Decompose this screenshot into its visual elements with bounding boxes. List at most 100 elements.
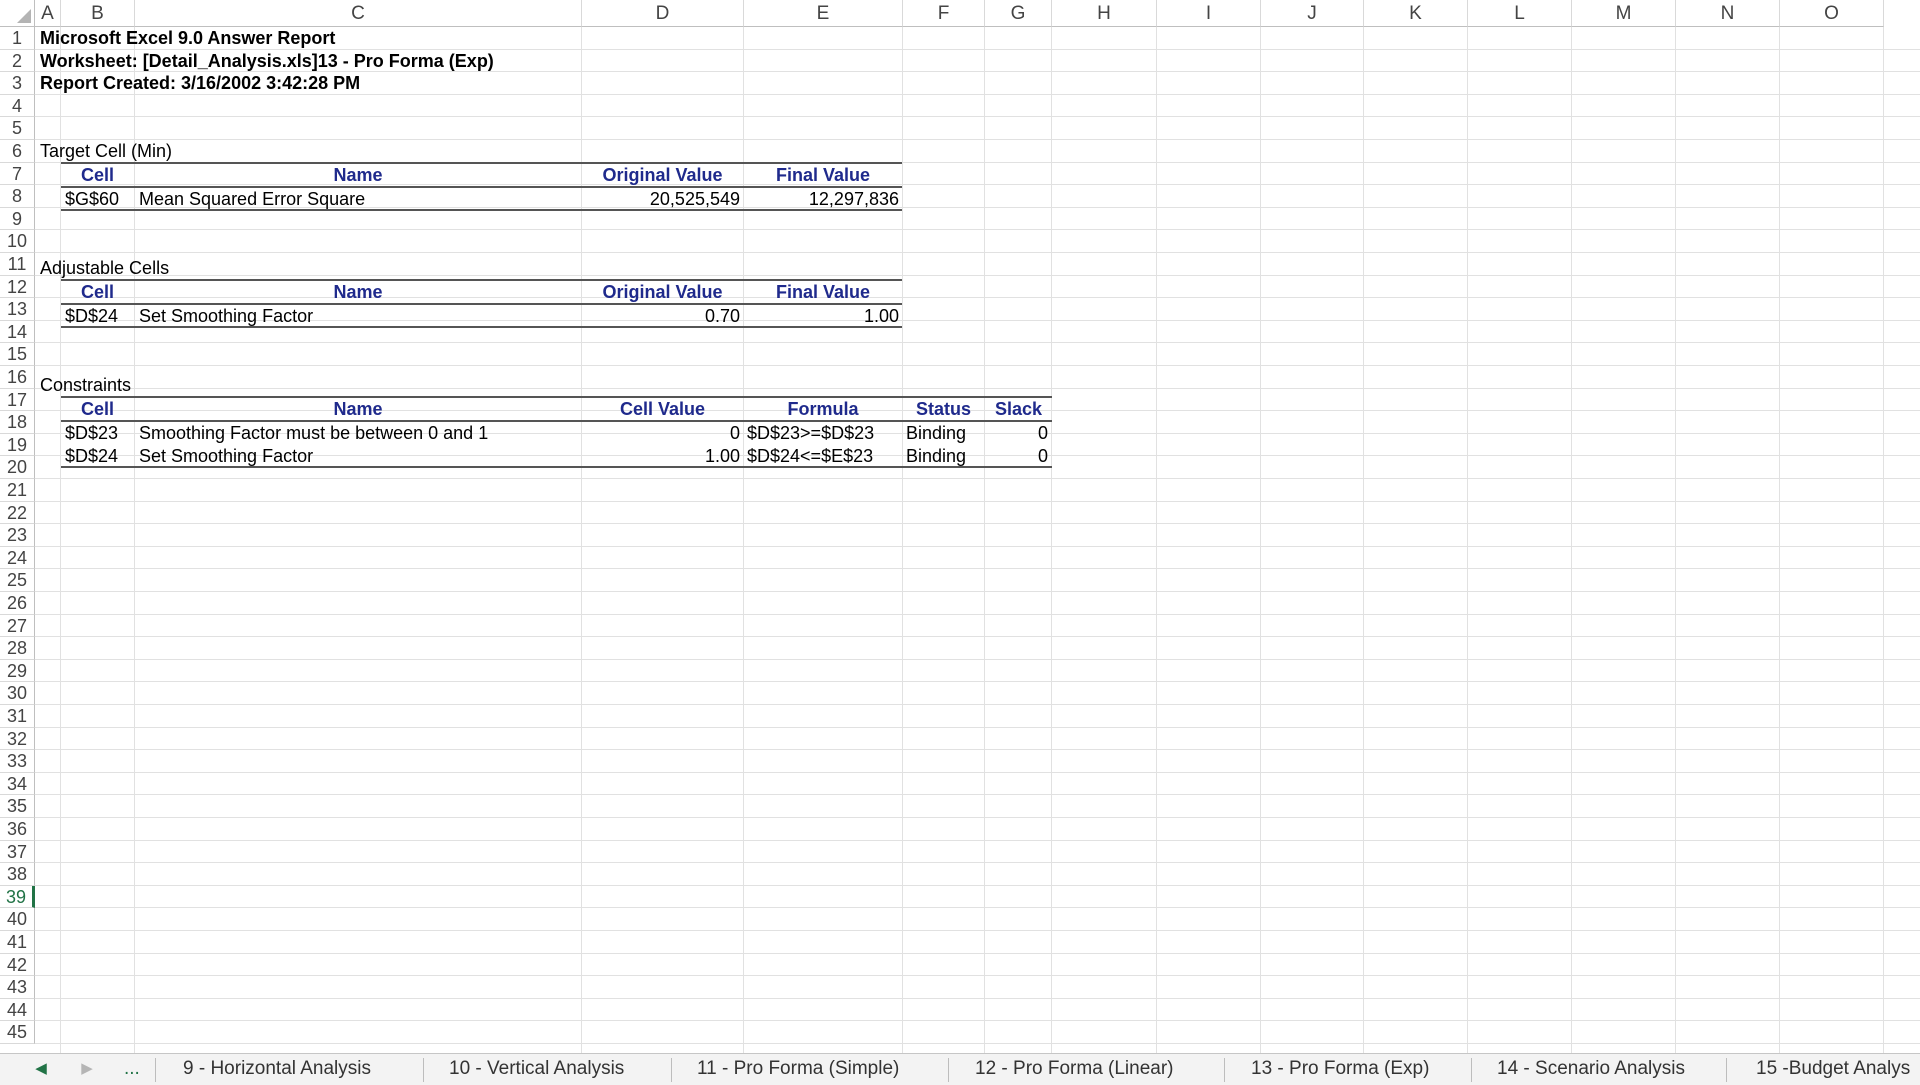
row-header[interactable]: 2 [0,49,35,73]
target-row-original[interactable]: 20,525,549 [582,188,740,210]
adjustable-row-cell[interactable]: $D$24 [65,305,118,327]
row-header[interactable]: 18 [0,411,35,434]
column-header[interactable]: G [985,0,1052,27]
target-row-final[interactable]: 12,297,836 [744,188,899,210]
row-header[interactable]: 9 [0,207,35,231]
row-header[interactable]: 13 [0,298,35,321]
row-header[interactable]: 45 [0,1021,35,1044]
row-header[interactable]: 12 [0,275,35,299]
report-worksheet[interactable]: Worksheet: [Detail_Analysis.xls]13 - Pro… [40,50,494,72]
constraint-1-cell[interactable]: $D$23 [65,422,118,444]
adjustable-row-final[interactable]: 1.00 [744,305,899,327]
tab-pro-forma-linear[interactable]: 12 - Pro Forma (Linear) [975,1056,1174,1082]
select-all-button[interactable] [0,0,35,27]
constraint-2-formula[interactable]: $D$24<=$E$23 [747,445,873,467]
row-header[interactable]: 6 [0,140,35,163]
column-header[interactable]: M [1572,0,1676,27]
constraint-1-slack[interactable]: 0 [985,422,1048,444]
target-header-original[interactable]: Original Value [582,164,743,186]
constraint-1-status[interactable]: Binding [906,422,966,444]
row-header[interactable]: 34 [0,772,35,796]
row-header[interactable]: 44 [0,998,35,1022]
row-header[interactable]: 26 [0,592,35,615]
constraints-header-status[interactable]: Status [903,398,984,420]
row-header[interactable]: 38 [0,863,35,886]
adjustable-row-name[interactable]: Set Smoothing Factor [139,305,313,327]
constraints-header-name[interactable]: Name [135,398,581,420]
adjustable-header-final[interactable]: Final Value [744,281,902,303]
column-header[interactable]: E [744,0,903,27]
row-header[interactable]: 16 [0,366,35,389]
column-header[interactable]: J [1261,0,1364,27]
column-header[interactable]: F [903,0,985,27]
prev-sheet-button[interactable]: ◀ [30,1057,52,1081]
row-header[interactable]: 15 [0,343,35,366]
column-header[interactable]: D [582,0,744,27]
row-header[interactable]: 14 [0,320,35,344]
row-header[interactable]: 11 [0,253,35,276]
more-sheets-button[interactable]: ... [124,1056,140,1082]
row-header[interactable]: 29 [0,659,35,683]
row-header[interactable]: 10 [0,230,35,253]
target-section-label[interactable]: Target Cell (Min) [40,140,172,162]
row-header[interactable]: 24 [0,546,35,570]
row-header[interactable]: 40 [0,908,35,931]
tab-pro-forma-exp[interactable]: 13 - Pro Forma (Exp) [1251,1056,1429,1082]
row-header[interactable]: 32 [0,727,35,751]
target-header-cell[interactable]: Cell [61,164,134,186]
row-header[interactable]: 36 [0,818,35,841]
tab-vertical-analysis[interactable]: 10 - Vertical Analysis [449,1056,624,1082]
row-header[interactable]: 31 [0,705,35,728]
row-header[interactable]: 35 [0,795,35,818]
adjustable-section-label[interactable]: Adjustable Cells [40,257,169,279]
row-header[interactable]: 5 [0,117,35,140]
spreadsheet-grid[interactable]: ABCDEFGHIJKLMNO 1 2 3 4 5 6 7 8 9 10 11 12 13 14 15 16 1… [0,0,1920,1053]
constraint-2-value[interactable]: 1.00 [582,445,740,467]
row-header[interactable]: 41 [0,931,35,954]
constraint-2-slack[interactable]: 0 [985,445,1048,467]
constraint-2-cell[interactable]: $D$24 [65,445,118,467]
constraint-2-status[interactable]: Binding [906,445,966,467]
row-header[interactable]: 21 [0,479,35,502]
constraints-header-formula[interactable]: Formula [744,398,902,420]
constraints-header-slack[interactable]: Slack [985,398,1052,420]
column-header[interactable]: N [1676,0,1780,27]
row-header[interactable]: 7 [0,162,35,186]
column-header[interactable]: H [1052,0,1157,27]
constraints-header-cell-value[interactable]: Cell Value [582,398,743,420]
row-header[interactable]: 20 [0,456,35,479]
row-header[interactable]: 25 [0,569,35,592]
report-created[interactable]: Report Created: 3/16/2002 3:42:28 PM [40,72,360,94]
row-header[interactable]: 1 [0,27,35,50]
report-title[interactable]: Microsoft Excel 9.0 Answer Report [40,27,335,49]
target-header-name[interactable]: Name [135,164,581,186]
adjustable-row-original[interactable]: 0.70 [582,305,740,327]
column-header[interactable]: I [1157,0,1261,27]
row-header[interactable]: 4 [0,94,35,118]
row-header[interactable]: 22 [0,501,35,525]
constraint-1-name[interactable]: Smoothing Factor must be between 0 and 1 [139,422,488,444]
constraints-section-label[interactable]: Constraints [40,374,131,396]
row-header[interactable]: 8 [0,185,35,208]
adjustable-header-name[interactable]: Name [135,281,581,303]
constraint-1-value[interactable]: 0 [582,422,740,444]
column-header[interactable]: A [35,0,61,27]
next-sheet-button[interactable]: ▶ [76,1057,98,1081]
column-header[interactable]: K [1364,0,1468,27]
row-header[interactable]: 33 [0,750,35,773]
row-header[interactable]: 42 [0,953,35,977]
constraints-header-cell[interactable]: Cell [61,398,134,420]
target-header-final[interactable]: Final Value [744,164,902,186]
tab-horizontal-analysis[interactable]: 9 - Horizontal Analysis [183,1056,371,1082]
constraint-2-name[interactable]: Set Smoothing Factor [139,445,313,467]
row-header[interactable]: 23 [0,524,35,547]
column-header[interactable]: C [135,0,582,27]
tab-scenario-analysis[interactable]: 14 - Scenario Analysis [1497,1056,1685,1082]
row-header[interactable]: 17 [0,388,35,412]
adjustable-header-original[interactable]: Original Value [582,281,743,303]
row-header[interactable]: 37 [0,840,35,864]
row-header[interactable]: 43 [0,976,35,999]
constraint-1-formula[interactable]: $D$23>=$D$23 [747,422,874,444]
target-row-cell[interactable]: $G$60 [65,188,119,210]
row-header[interactable]: 39 [0,885,35,909]
